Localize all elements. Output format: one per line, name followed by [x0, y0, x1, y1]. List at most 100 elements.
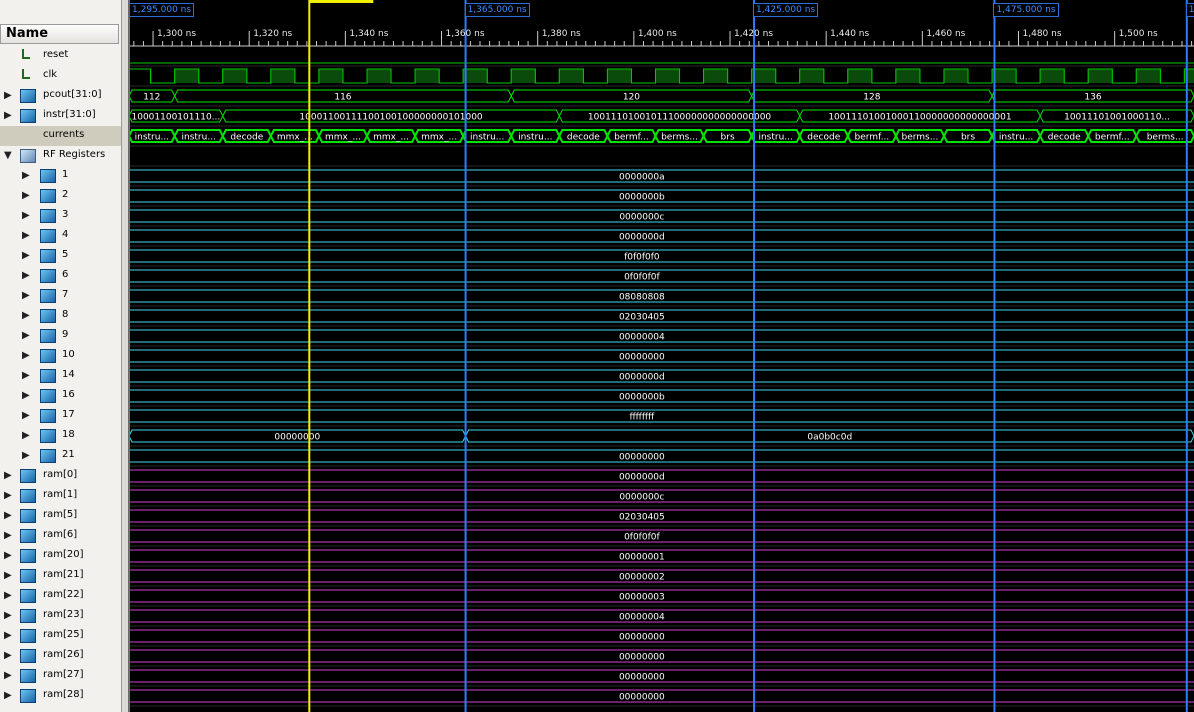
signal-label: 2: [62, 189, 69, 200]
clk-high-phase: [751, 69, 776, 83]
signal-row-5[interactable]: ▶ 5: [0, 246, 121, 266]
expand-arrow-icon[interactable]: ▶: [4, 490, 12, 502]
signal-row-ram-27[interactable]: ▶ ram[27]: [0, 666, 121, 686]
bus-value-label: 10001100101110...: [132, 113, 221, 123]
signal-row-instr-31-0[interactable]: ▶ instr[31:0]: [0, 106, 121, 126]
signal-row-reset[interactable]: reset: [0, 46, 121, 66]
signal-row-4[interactable]: ▶ 4: [0, 226, 121, 246]
signal-row-3[interactable]: ▶ 3: [0, 206, 121, 226]
expand-arrow-icon[interactable]: ▶: [4, 610, 12, 622]
expand-arrow-icon[interactable]: ▶: [4, 570, 12, 582]
signal-row-clk[interactable]: clk: [0, 66, 121, 86]
signal-row-ram-21[interactable]: ▶ ram[21]: [0, 566, 121, 586]
signal-row-ram-28[interactable]: ▶ ram[28]: [0, 686, 121, 706]
expand-arrow-icon[interactable]: ▶: [4, 110, 12, 122]
expand-arrow-icon[interactable]: ▶: [22, 250, 30, 262]
expand-arrow-icon[interactable]: ▶: [4, 630, 12, 642]
signal-row-ram-5[interactable]: ▶ ram[5]: [0, 506, 121, 526]
signal-row-21[interactable]: ▶ 21: [0, 446, 121, 466]
signal-row-ram-22[interactable]: ▶ ram[22]: [0, 586, 121, 606]
signal-row-10[interactable]: ▶ 10: [0, 346, 121, 366]
panel-splitter[interactable]: [121, 0, 129, 712]
name-column-header[interactable]: Name: [0, 24, 119, 44]
expand-arrow-icon[interactable]: ▶: [22, 390, 30, 402]
expand-arrow-icon[interactable]: ▶: [4, 470, 12, 482]
collapse-arrow-icon[interactable]: ▼: [4, 150, 12, 162]
bus-signal-icon: [40, 409, 56, 423]
signal-label: 18: [62, 429, 75, 440]
clk-high-phase: [511, 69, 536, 83]
bus-value-label: mmx_...: [421, 133, 457, 143]
expand-arrow-icon[interactable]: ▶: [22, 410, 30, 422]
expand-arrow-icon[interactable]: ▶: [22, 210, 30, 222]
signal-row-1[interactable]: ▶ 1: [0, 166, 121, 186]
expand-arrow-icon[interactable]: ▶: [22, 230, 30, 242]
expand-arrow-icon[interactable]: ▶: [22, 170, 30, 182]
rf-register-value: 00000004: [619, 333, 665, 343]
expand-arrow-icon[interactable]: ▶: [22, 190, 30, 202]
signal-row-16[interactable]: ▶ 16: [0, 386, 121, 406]
expand-arrow-icon[interactable]: ▶: [4, 530, 12, 542]
expand-arrow-icon[interactable]: ▶: [22, 290, 30, 302]
bus-signal-icon: [20, 669, 36, 683]
bus-value-label: 116: [334, 93, 351, 103]
signal-label: 7: [62, 289, 69, 300]
signal-row-8[interactable]: ▶ 8: [0, 306, 121, 326]
bus-signal-icon: [40, 229, 56, 243]
signal-row-pcout-31-0[interactable]: ▶ pcout[31:0]: [0, 86, 121, 106]
signal-row-7[interactable]: ▶ 7: [0, 286, 121, 306]
ram-value: 0000000c: [619, 493, 664, 503]
bus-value-label: mmx_...: [325, 133, 361, 143]
signal-label: RF Registers: [43, 149, 106, 160]
expand-arrow-icon[interactable]: ▶: [22, 430, 30, 442]
expand-arrow-icon[interactable]: ▶: [4, 550, 12, 562]
bus-signal-icon: [20, 689, 36, 703]
signal-row-14[interactable]: ▶ 14: [0, 366, 121, 386]
signal-row-ram-6[interactable]: ▶ ram[6]: [0, 526, 121, 546]
expand-arrow-icon[interactable]: ▶: [22, 450, 30, 462]
signal-row-ram-1[interactable]: ▶ ram[1]: [0, 486, 121, 506]
ram-value: 00000000: [619, 633, 665, 643]
signal-label: ram[6]: [43, 529, 78, 540]
rf-register-value: 0000000d: [619, 233, 665, 243]
expand-arrow-icon[interactable]: ▶: [22, 310, 30, 322]
signal-row-currents[interactable]: currents: [0, 126, 121, 146]
signal-label: 5: [62, 249, 69, 260]
signal-label: ram[25]: [43, 629, 84, 640]
expand-arrow-icon[interactable]: ▶: [22, 270, 30, 282]
waveform-canvas[interactable]: 112 116 120 128 136 10001100101110... 10001100…: [129, 0, 1194, 712]
expand-arrow-icon[interactable]: ▶: [4, 510, 12, 522]
clk-high-phase: [1136, 69, 1161, 83]
signal-label: 4: [62, 229, 69, 240]
signal-row-17[interactable]: ▶ 17: [0, 406, 121, 426]
signal-row-ram-23[interactable]: ▶ ram[23]: [0, 606, 121, 626]
expand-arrow-icon[interactable]: ▶: [4, 690, 12, 702]
signal-row-ram-20[interactable]: ▶ ram[20]: [0, 546, 121, 566]
signal-row-rf-registers[interactable]: ▼ RF Registers: [0, 146, 121, 166]
signal-row-18[interactable]: ▶ 18: [0, 426, 121, 446]
rf-register-value: 0f0f0f0f: [624, 273, 660, 283]
expand-arrow-icon[interactable]: ▶: [4, 590, 12, 602]
clk-high-phase: [222, 69, 247, 83]
signal-row-6[interactable]: ▶ 6: [0, 266, 121, 286]
expand-arrow-icon[interactable]: ▶: [4, 90, 12, 102]
clk-high-phase: [1088, 69, 1113, 83]
expand-arrow-icon[interactable]: ▶: [22, 370, 30, 382]
signal-label: 9: [62, 329, 69, 340]
bus-value-label: bermf...: [614, 133, 649, 143]
expand-arrow-icon[interactable]: ▶: [22, 330, 30, 342]
signal-row-ram-25[interactable]: ▶ ram[25]: [0, 626, 121, 646]
expand-arrow-icon[interactable]: ▶: [4, 650, 12, 662]
signal-row-ram-0[interactable]: ▶ ram[0]: [0, 466, 121, 486]
expand-arrow-icon[interactable]: ▶: [22, 350, 30, 362]
signal-row-9[interactable]: ▶ 9: [0, 326, 121, 346]
signal-row-ram-26[interactable]: ▶ ram[26]: [0, 646, 121, 666]
rf-register-value: f0f0f0f0: [624, 253, 660, 263]
expand-arrow-icon[interactable]: ▶: [4, 670, 12, 682]
signal-row-2[interactable]: ▶ 2: [0, 186, 121, 206]
bus-signal-icon: [40, 329, 56, 343]
signal-label: ram[5]: [43, 509, 78, 520]
bus-signal-icon: [20, 109, 36, 123]
bus-value-label: bermf...: [855, 133, 890, 143]
waveform-panel[interactable]: 112 116 120 128 136 10001100101110... 10001100…: [129, 0, 1194, 712]
